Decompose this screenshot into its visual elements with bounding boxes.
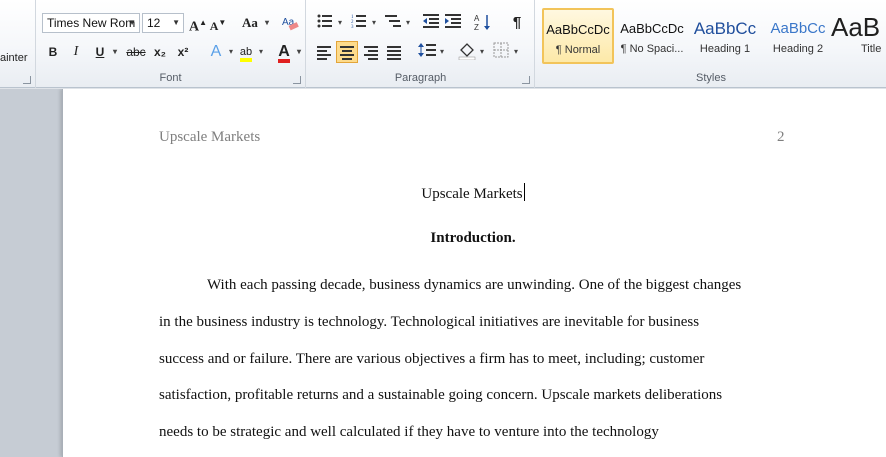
align-right-button[interactable] [361, 42, 381, 62]
style-heading-2[interactable]: AaBbCc Heading 2 [762, 8, 834, 64]
style-no-spacing-sample: AaBbCcDc [620, 21, 684, 36]
line-spacing-button[interactable] [417, 42, 444, 62]
body-line-5[interactable]: needs to be strategic and well calculate… [159, 424, 659, 441]
font-size-value: 12 [147, 16, 161, 30]
grow-font-icon: A [188, 19, 200, 35]
decrease-indent-button[interactable] [421, 13, 441, 33]
sort-icon: AZ [474, 14, 490, 32]
clear-formatting-icon: Aa [282, 17, 299, 31]
style-title-name: Title [861, 43, 882, 55]
page-header-title: Upscale Markets [159, 129, 261, 145]
justify-icon [387, 46, 401, 60]
sort-button[interactable]: AZ [473, 13, 493, 33]
font-launcher-icon[interactable] [293, 76, 301, 84]
page-number: 2 [777, 129, 785, 145]
chevron-down-icon[interactable]: ▼ [128, 14, 136, 32]
multilevel-list-icon [385, 15, 401, 27]
svg-text:A: A [474, 14, 480, 23]
line-spacing-icon [418, 43, 436, 57]
superscript-button[interactable]: x² [173, 42, 193, 62]
underline-button[interactable]: U [90, 42, 117, 62]
style-title[interactable]: AaB Title [830, 8, 886, 64]
style-heading-1-name: Heading 1 [699, 43, 751, 55]
italic-button[interactable]: I [66, 42, 86, 62]
document-title[interactable]: Upscale Markets [63, 183, 883, 203]
font-color-icon: A [278, 44, 290, 63]
chevron-down-icon[interactable]: ▼ [172, 14, 180, 32]
paragraph-group-label: Paragraph [394, 72, 447, 84]
svg-text:Z: Z [474, 23, 479, 31]
change-case-button[interactable]: Aa [238, 13, 269, 33]
font-group-label: Font [159, 72, 182, 84]
style-heading-2-sample: AaBbCc [770, 20, 826, 37]
align-left-button[interactable] [314, 42, 334, 62]
document-title-text: Upscale Markets [421, 186, 523, 202]
style-heading-2-name: Heading 2 [772, 43, 824, 55]
numbering-icon: 123 [351, 15, 366, 30]
borders-icon [493, 42, 509, 58]
subscript-button[interactable]: x₂ [150, 42, 170, 62]
text-cursor [523, 183, 525, 201]
text-effects-button[interactable]: A [206, 42, 233, 62]
decrease-indent-icon [423, 14, 439, 28]
format-painter-button[interactable]: ainter [0, 52, 28, 64]
clipboard-launcher-icon[interactable] [23, 76, 31, 84]
shrink-font-button[interactable]: A▼ [208, 13, 228, 33]
paragraph-group: 123 AZ ¶ [307, 0, 535, 88]
highlight-button[interactable]: ab [236, 42, 263, 62]
body-line-2[interactable]: in the business industry is technology. … [159, 314, 699, 331]
style-no-spacing-name: ¶ No Spaci... [620, 43, 684, 55]
justify-button[interactable] [384, 42, 404, 62]
borders-button[interactable] [491, 42, 518, 62]
ribbon: ainter Times New Rom ▼ 12 ▼ A▲ A▼ Aa Aa … [0, 0, 886, 88]
numbering-button[interactable]: 123 [349, 13, 376, 33]
document-page[interactable]: Upscale Markets 2 Upscale Markets Introd… [62, 89, 886, 457]
strikethrough-button[interactable]: abc [124, 42, 148, 62]
highlighter-icon: ab [239, 46, 253, 62]
clipboard-group: ainter [0, 0, 36, 88]
document-area: Upscale Markets 2 Upscale Markets Introd… [0, 89, 886, 457]
style-heading-1-sample: AaBbCc [693, 19, 757, 38]
font-group: Times New Rom ▼ 12 ▼ A▲ A▼ Aa Aa B I U a… [36, 0, 306, 88]
bullets-icon [317, 14, 332, 28]
styles-group: AaBbCcDc ¶ Normal AaBbCcDc ¶ No Spaci...… [536, 0, 886, 88]
style-normal-sample: AaBbCcDc [546, 22, 610, 37]
body-line-4[interactable]: satisfaction, profitable returns and a s… [159, 387, 722, 404]
grow-font-button[interactable]: A▲ [188, 13, 208, 35]
bullets-button[interactable] [315, 13, 342, 33]
font-name-combo[interactable]: Times New Rom ▼ [42, 13, 140, 33]
align-right-icon [364, 46, 378, 60]
style-normal-name: ¶ Normal [555, 44, 601, 56]
bold-button[interactable]: B [43, 42, 63, 62]
font-color-button[interactable]: A [274, 42, 301, 63]
show-formatting-marks-button[interactable]: ¶ [507, 13, 527, 33]
multilevel-list-button[interactable] [383, 13, 410, 33]
align-left-icon [317, 46, 331, 60]
style-title-sample: AaB [831, 12, 881, 42]
change-case-label: Aa [242, 15, 258, 30]
font-name-value: Times New Rom [47, 16, 136, 30]
body-line-3[interactable]: success and or failure. There are variou… [159, 351, 704, 368]
style-normal[interactable]: AaBbCcDc ¶ Normal [542, 8, 614, 64]
align-center-button[interactable] [336, 41, 358, 63]
style-no-spacing[interactable]: AaBbCcDc ¶ No Spaci... [616, 8, 688, 64]
svg-text:3: 3 [351, 25, 354, 29]
clear-formatting-button[interactable]: Aa [280, 13, 300, 33]
font-size-combo[interactable]: 12 ▼ [142, 13, 184, 33]
increase-indent-icon [445, 14, 461, 28]
shading-button[interactable] [457, 42, 484, 62]
body-line-1[interactable]: With each passing decade, business dynam… [207, 277, 741, 294]
paragraph-launcher-icon[interactable] [522, 76, 530, 84]
style-heading-1[interactable]: AaBbCc Heading 1 [689, 8, 761, 64]
align-center-icon [340, 46, 354, 60]
paint-bucket-icon [458, 43, 476, 61]
styles-group-label: Styles [696, 72, 726, 84]
increase-indent-button[interactable] [443, 13, 463, 33]
section-heading[interactable]: Introduction. [63, 230, 883, 247]
